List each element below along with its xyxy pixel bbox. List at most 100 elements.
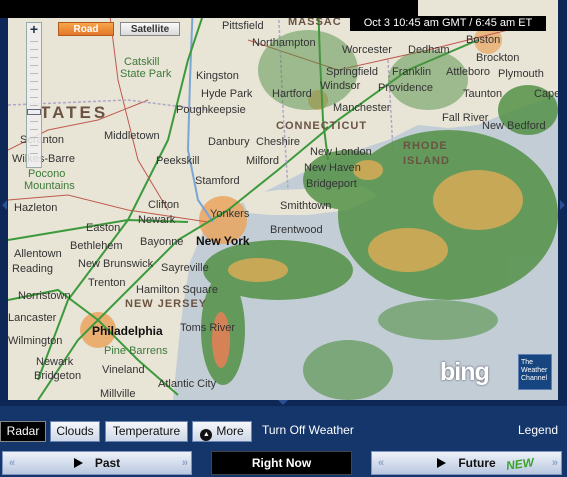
new-badge: NEW — [505, 455, 535, 473]
city-label: Taunton — [463, 88, 503, 100]
city-label: Newark — [36, 356, 74, 368]
radar-cell — [303, 340, 393, 400]
city-label: Bridgeton — [34, 370, 82, 382]
city-label: Danbury — [208, 136, 250, 148]
city-label: Boston — [466, 34, 501, 46]
city-label: Bayonne — [140, 236, 184, 248]
city-label: Hamilton Square — [136, 284, 218, 296]
city-label: Trenton — [88, 277, 126, 289]
pan-right-icon[interactable] — [560, 200, 565, 210]
park-label: Catskill — [124, 56, 160, 68]
road-view-button[interactable]: Road — [58, 22, 114, 36]
state-label: CONNECTICUT — [276, 120, 368, 132]
zoom-slider[interactable]: + — [26, 22, 42, 168]
temperature-layer-button[interactable]: Temperature — [105, 421, 188, 442]
city-label: Allentown — [14, 248, 62, 260]
city-label: Toms River — [180, 322, 236, 334]
zoom-slider-icon[interactable] — [27, 109, 41, 115]
radar-cell — [433, 170, 523, 230]
city-label: Manchester — [333, 102, 391, 114]
city-label: Brockton — [476, 52, 520, 64]
city-label: Cape — [534, 88, 558, 100]
past-label: Past — [94, 456, 121, 470]
city-label: Franklin — [392, 66, 432, 78]
city-label: Peekskill — [156, 155, 200, 167]
city-label: Vineland — [102, 364, 145, 376]
city-label: Pittsfield — [222, 20, 264, 32]
right-now-button[interactable]: Right Now — [211, 451, 352, 475]
map-frame: TATES MASSAC CONNECTICUT RHODE ISLAND NE… — [0, 0, 567, 406]
turn-off-weather-link[interactable]: Turn Off Weather — [262, 423, 354, 437]
zoom-ticks — [30, 41, 38, 161]
city-label: Millville — [100, 388, 136, 400]
city-label: Smithtown — [280, 200, 332, 212]
chevrons-icon: « — [378, 457, 384, 469]
city-label: Yonkers — [210, 208, 250, 220]
state-label: RHODE — [403, 140, 448, 152]
legend-link[interactable]: Legend — [518, 423, 558, 437]
city-label: Middletown — [104, 130, 160, 142]
city-label: Wilmington — [8, 335, 63, 347]
city-label: Springfield — [326, 66, 378, 78]
city-label: Sayreville — [161, 262, 209, 274]
satellite-view-button[interactable]: Satellite — [120, 22, 180, 36]
radar-cell — [388, 50, 468, 110]
city-label: Hazleton — [14, 202, 58, 214]
play-icon — [437, 458, 447, 468]
city-label: Worcester — [342, 44, 392, 56]
city-label: Stamford — [195, 175, 240, 187]
city-label: Windsor — [320, 80, 361, 92]
state-label: TATES — [40, 103, 109, 122]
park-label: Mountains — [24, 180, 75, 192]
control-bar: Radar Clouds Temperature ▲ More Turn Off … — [0, 406, 567, 477]
radar-layer-button[interactable]: Radar — [0, 421, 46, 442]
state-label: ISLAND — [403, 155, 450, 167]
chevrons-icon: » — [551, 457, 558, 469]
bing-logo: bing — [440, 358, 490, 386]
city-label: Milford — [246, 155, 280, 167]
weather-map[interactable]: TATES MASSAC CONNECTICUT RHODE ISLAND NE… — [8, 0, 558, 400]
city-label: Reading — [12, 263, 53, 275]
chevrons-icon: » — [181, 457, 188, 469]
park-label: Pocono — [28, 168, 66, 180]
city-label: Atlantic City — [158, 378, 217, 390]
city-label: Easton — [86, 222, 121, 234]
city-label: Wilkes-Barre — [12, 153, 75, 165]
past-button[interactable]: « Past » — [2, 451, 192, 475]
city-label: Bridgeport — [306, 178, 357, 190]
radar-cell — [368, 228, 448, 272]
city-label: Lancaster — [8, 312, 57, 324]
future-label: Future — [458, 456, 496, 470]
city-label: Brentwood — [270, 224, 323, 236]
city-label-major: Philadelphia — [92, 324, 163, 338]
city-label-major: New York — [196, 234, 250, 248]
clouds-layer-button[interactable]: Clouds — [50, 421, 100, 442]
city-label: Hyde Park — [201, 88, 253, 100]
future-button[interactable]: « Future NEW » — [371, 451, 562, 475]
more-triangle-icon: ▲ — [200, 429, 213, 441]
city-label: Providence — [378, 82, 434, 94]
park-label: Pine Barrens — [104, 345, 168, 357]
pan-left-icon[interactable] — [2, 200, 7, 210]
radar-cell — [378, 300, 498, 340]
more-label: More — [216, 424, 244, 438]
radar-cell — [212, 312, 230, 368]
city-label: New London — [310, 146, 372, 158]
chevrons-icon: « — [9, 457, 15, 469]
play-icon — [73, 458, 83, 468]
park-label: State Park — [120, 68, 172, 80]
more-layers-button[interactable]: ▲ More — [192, 421, 252, 442]
city-label: New Bedford — [482, 120, 546, 132]
city-label: Norristown — [18, 290, 71, 302]
city-label: Northampton — [252, 37, 316, 49]
state-label: NEW JERSEY — [125, 298, 208, 310]
pan-down-icon[interactable] — [278, 400, 288, 405]
city-label: Kingston — [196, 70, 239, 82]
radar-cell — [228, 258, 288, 282]
city-label: Bethlehem — [70, 240, 123, 252]
city-label: Poughkeepsie — [176, 104, 246, 116]
city-label: Dedham — [408, 44, 450, 56]
zoom-plus-icon[interactable]: + — [27, 22, 41, 37]
city-label: Clifton — [148, 199, 180, 211]
city-label: Cheshire — [256, 136, 301, 148]
